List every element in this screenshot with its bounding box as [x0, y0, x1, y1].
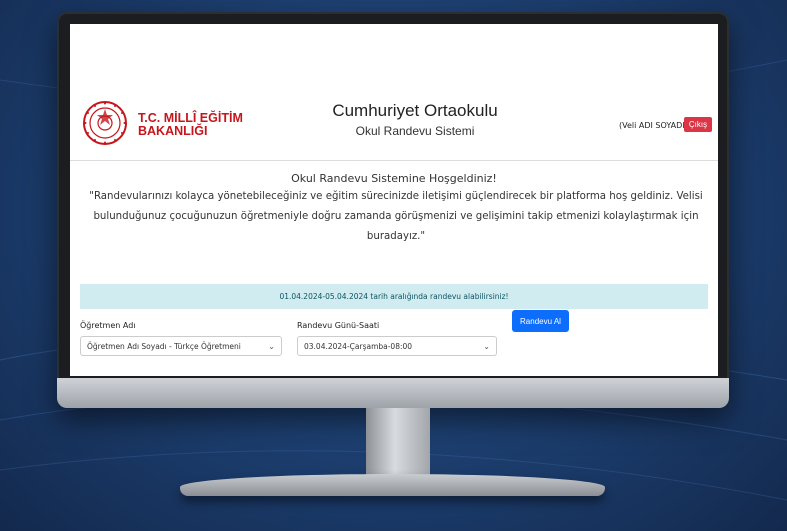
monitor-stand-neck [366, 408, 430, 480]
chevron-down-icon: ⌄ [483, 341, 490, 351]
welcome-title: Okul Randevu Sistemine Hoşgeldiniz! [291, 172, 497, 185]
monitor-screen: T.C. MİLLÎ EĞİTİM BAKANLIĞI Cumhuriyet O… [70, 24, 718, 376]
site-header: T.C. MİLLÎ EĞİTİM BAKANLIĞI Cumhuriyet O… [70, 24, 718, 145]
monitor-chin [57, 378, 729, 408]
chevron-down-icon: ⌄ [268, 341, 275, 351]
header-divider [70, 160, 718, 161]
welcome-text: "Randevularınızı kolayca yönetebileceğin… [89, 191, 703, 242]
date-select[interactable]: 03.04.2024-Çarşamba-08:00 ⌄ [297, 336, 497, 356]
teacher-label: Öğretmen Adı [80, 321, 136, 330]
date-label: Randevu Günü-Saati [297, 321, 380, 330]
date-select-value: 03.04.2024-Çarşamba-08:00 [304, 341, 413, 351]
monitor-stand-base [180, 474, 605, 496]
date-range-alert: 01.04.2024-05.04.2024 tarih aralığında r… [80, 284, 708, 309]
system-name: Okul Randevu Sistemi [355, 124, 475, 138]
book-appointment-button[interactable]: Randevu Al [512, 310, 569, 332]
logout-button[interactable]: Çıkış [684, 117, 712, 132]
teacher-select-value: Öğretmen Adı Soyadı - Türkçe Öğretmeni [87, 341, 241, 351]
ministry-logo-text: T.C. MİLLÎ EĞİTİM BAKANLIĞI [138, 112, 243, 138]
teacher-select[interactable]: Öğretmen Adı Soyadı - Türkçe Öğretmeni ⌄ [80, 336, 282, 356]
meb-emblem-icon [83, 101, 127, 145]
user-name: (Veli ADI SOYADI) [619, 121, 688, 130]
logo-line-2: BAKANLIĞI [138, 124, 208, 138]
school-name: Cumhuriyet Ortaokulu [332, 101, 498, 120]
